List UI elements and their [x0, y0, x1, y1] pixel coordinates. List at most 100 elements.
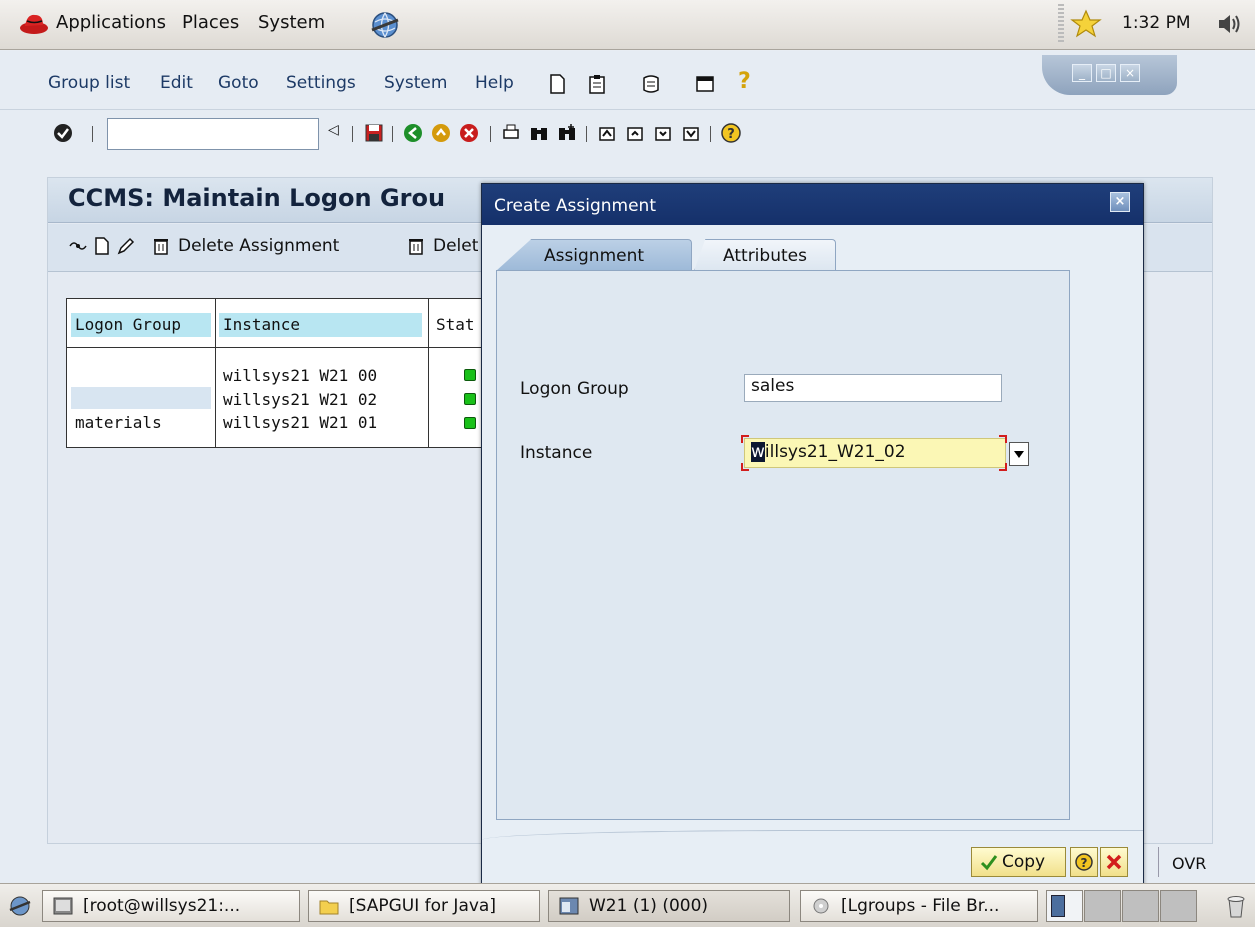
table-cell-group[interactable] — [71, 387, 211, 409]
instance-value: illsys21_W21_02 — [764, 442, 906, 462]
logon-group-label: Logon Group — [520, 379, 629, 399]
task-label: W21 (1) (000) — [589, 896, 709, 916]
page-title: CCMS: Maintain Logon Grou — [68, 184, 446, 212]
trash-icon[interactable] — [406, 236, 426, 256]
find-icon[interactable] — [528, 122, 550, 144]
instance-dropdown-button[interactable] — [1009, 442, 1029, 466]
table-cell-instance[interactable]: willsys21 W21 01 — [219, 412, 424, 434]
help-question-icon[interactable]: ? — [738, 69, 751, 94]
required-marker — [999, 435, 1007, 443]
clock[interactable]: 1:32 PM — [1122, 13, 1191, 33]
status-green-light — [464, 417, 476, 429]
delete-assignment-button[interactable]: Delete Assignment — [178, 236, 339, 256]
column-divider — [428, 299, 429, 447]
new-session-icon[interactable] — [546, 73, 568, 95]
last-page-icon[interactable] — [680, 122, 702, 144]
menu-group-list[interactable]: Group list — [48, 73, 130, 93]
menu-goto[interactable]: Goto — [218, 73, 259, 93]
tab-attributes[interactable]: Attributes — [694, 239, 836, 271]
display-change-icon[interactable] — [68, 236, 88, 256]
tab-panel — [496, 270, 1070, 820]
task-terminal[interactable]: [root@willsys21:... — [42, 890, 300, 922]
logon-group-input[interactable]: sales — [744, 374, 1002, 402]
menu-edit[interactable]: Edit — [160, 73, 193, 93]
task-label: [Lgroups - File Br... — [841, 896, 1000, 916]
copy-button[interactable]: Copy — [971, 847, 1066, 877]
table-cell-instance[interactable]: willsys21 W21 02 — [219, 389, 424, 411]
workspace-4[interactable] — [1160, 890, 1197, 922]
exit-icon[interactable] — [430, 122, 452, 144]
menu-help[interactable]: Help — [475, 73, 514, 93]
task-w21-session[interactable]: W21 (1) (000) — [548, 890, 790, 922]
toolbar-separator — [490, 126, 491, 142]
redhat-icon[interactable] — [19, 11, 49, 35]
workspace-3[interactable] — [1122, 890, 1159, 922]
trash-can-icon[interactable] — [1224, 893, 1248, 919]
panel-separator — [1058, 4, 1064, 44]
help-icon[interactable]: ? — [720, 122, 742, 144]
task-sapgui-java[interactable]: [SAPGUI for Java] — [308, 890, 540, 922]
places-menu[interactable]: Places — [182, 12, 239, 33]
sap-standard-toolbar: ◁ ? — [0, 109, 1255, 161]
back-icon[interactable] — [402, 122, 424, 144]
dialog-titlebar: Create Assignment × — [482, 184, 1143, 225]
delete-group-button[interactable]: Delet — [433, 236, 478, 256]
header-divider — [67, 347, 505, 348]
task-file-browser[interactable]: [Lgroups - File Br... — [800, 890, 1038, 922]
dialog-cancel-button[interactable] — [1100, 847, 1128, 877]
column-header-instance[interactable]: Instance — [219, 313, 422, 337]
close-window-button[interactable]: × — [1120, 64, 1140, 82]
required-marker — [999, 463, 1007, 471]
previous-page-icon[interactable] — [624, 122, 646, 144]
layout-icon[interactable] — [694, 73, 716, 95]
command-field[interactable] — [107, 118, 319, 150]
svg-text:?: ? — [1081, 856, 1088, 870]
print-icon[interactable] — [500, 122, 522, 144]
task-label: [root@willsys21:... — [83, 896, 241, 916]
globe-icon[interactable] — [370, 10, 400, 40]
trash-icon[interactable] — [151, 236, 171, 256]
folder-icon — [319, 900, 339, 915]
applications-menu[interactable]: Applications — [56, 12, 166, 33]
overwrite-mode-indicator: OVR — [1172, 854, 1207, 873]
cancel-icon[interactable] — [458, 122, 480, 144]
menu-settings[interactable]: Settings — [286, 73, 356, 93]
table-cell-group[interactable]: materials — [71, 412, 211, 434]
window-controls: _ □ × — [1042, 55, 1177, 95]
create-assignment-dialog: Create Assignment × Assignment Attribute… — [481, 183, 1144, 892]
next-page-icon[interactable] — [652, 122, 674, 144]
find-next-icon[interactable] — [556, 122, 578, 144]
sap-menubar: Group list Edit Goto Settings System Hel… — [0, 69, 1040, 111]
show-desktop-icon[interactable] — [8, 894, 32, 918]
text-cursor: w — [751, 442, 765, 462]
volume-icon[interactable] — [1214, 9, 1244, 39]
status-green-light — [464, 393, 476, 405]
menu-system[interactable]: System — [384, 73, 447, 93]
enter-check-icon[interactable] — [52, 122, 74, 144]
table-cell-instance[interactable]: willsys21 W21 00 — [219, 365, 424, 387]
dialog-title: Create Assignment — [494, 196, 656, 216]
workspace-2[interactable] — [1084, 890, 1121, 922]
close-icon[interactable]: × — [1110, 192, 1130, 212]
workspace-1[interactable] — [1046, 890, 1083, 922]
first-page-icon[interactable] — [596, 122, 618, 144]
terminal-icon — [53, 897, 73, 915]
edit-pencil-icon[interactable] — [116, 236, 136, 256]
system-menu[interactable]: System — [258, 12, 325, 33]
required-marker — [741, 435, 749, 443]
script-icon[interactable] — [640, 73, 662, 95]
column-header-logon-group[interactable]: Logon Group — [71, 313, 211, 337]
table-cell-group[interactable] — [71, 361, 211, 383]
clipboard-icon[interactable] — [586, 73, 608, 95]
instance-input[interactable]: willsys21_W21_02 — [744, 438, 1006, 468]
maximize-button[interactable]: □ — [1096, 64, 1116, 82]
tab-assignment[interactable]: Assignment — [496, 239, 692, 271]
dialog-help-button[interactable]: ? — [1070, 847, 1098, 877]
minimize-button[interactable]: _ — [1072, 64, 1092, 82]
create-icon[interactable] — [92, 236, 112, 256]
help-icon: ? — [1075, 853, 1093, 871]
save-icon[interactable] — [363, 122, 385, 144]
status-divider — [1158, 847, 1159, 877]
star-icon[interactable] — [1070, 8, 1102, 40]
command-history-icon[interactable]: ◁ — [328, 122, 350, 144]
